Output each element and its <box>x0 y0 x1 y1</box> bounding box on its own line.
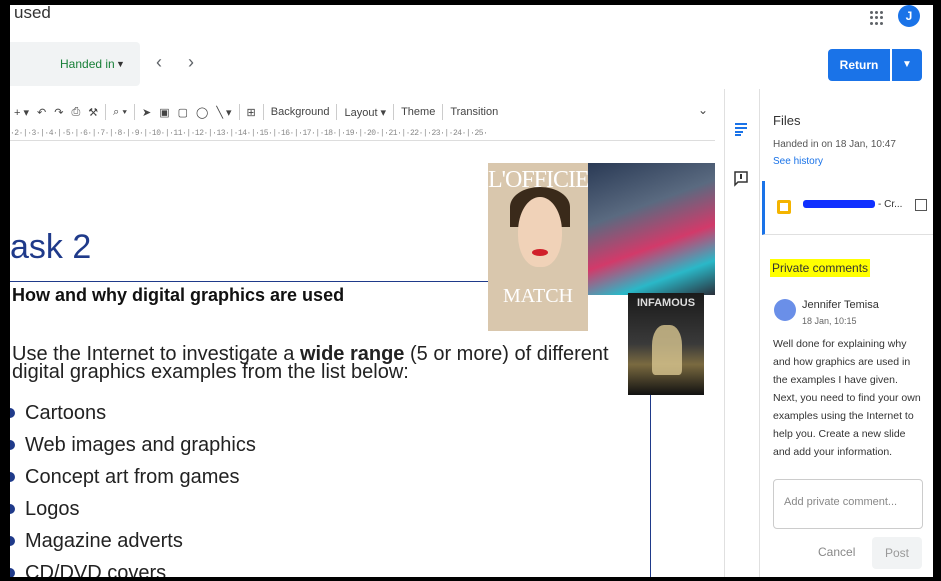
bullet-list[interactable]: Cartoons Web images and graphics Concept… <box>10 397 256 577</box>
ruler: ·2·|·3·|·4·|·5·|·6·|·7·|·8·|·9·|·10·|·11… <box>10 129 715 141</box>
title-bar: used J <box>10 5 933 35</box>
select-cursor-icon[interactable]: ➤ <box>138 106 155 119</box>
toolbar-divider <box>238 104 240 120</box>
background-button[interactable]: Background <box>267 106 334 118</box>
bullet-icon <box>10 408 15 418</box>
comment-icon[interactable] <box>734 171 748 187</box>
status-label[interactable]: Handed in <box>60 57 115 71</box>
image-icon[interactable]: ▢ <box>174 106 192 119</box>
comment-add-icon[interactable]: ⊞ <box>243 106 260 119</box>
comment-text: Well done for explaining why and how gra… <box>773 338 921 458</box>
cancel-button[interactable]: Cancel <box>818 545 855 559</box>
redo-icon[interactable]: ↷ <box>50 106 67 119</box>
list-item: Magazine adverts <box>10 525 256 557</box>
game-concept-art-image[interactable] <box>588 163 715 295</box>
open-external-icon[interactable] <box>915 199 927 211</box>
comment-author: Jennifer Temisa <box>802 299 879 311</box>
comment-timestamp: 18 Jan, 10:15 <box>802 316 857 326</box>
see-history-link[interactable]: See history <box>773 156 823 167</box>
chevron-right-icon[interactable]: › <box>188 52 194 73</box>
bullet-text: Web images and graphics <box>25 433 256 456</box>
bullet-text: Logos <box>25 497 80 520</box>
private-comments-heading: Private comments <box>770 259 871 277</box>
add-icon[interactable]: + ▾ <box>10 106 33 119</box>
submission-panel: Files Handed in on 18 Jan, 10:47 See his… <box>762 89 933 577</box>
bullet-icon <box>10 568 15 577</box>
character-figure <box>652 325 682 375</box>
slides-file-icon <box>777 200 791 214</box>
bullet-text: Magazine adverts <box>25 529 183 552</box>
list-item: CD/DVD covers <box>10 557 256 577</box>
magazine-cover-image[interactable]: L'OFFICIEL MATCH <box>488 163 588 331</box>
magazine-masthead: L'OFFICIEL <box>488 167 588 193</box>
slide-intro-text[interactable]: Use the Internet to investigate a wide r… <box>12 344 612 382</box>
toolbar-divider <box>262 104 264 120</box>
bullet-text: Cartoons <box>25 401 107 424</box>
notes-list-icon[interactable] <box>734 121 748 137</box>
bullet-icon <box>10 440 15 450</box>
transition-button[interactable]: Transition <box>446 106 502 118</box>
toolbar-divider <box>133 104 135 120</box>
private-comment-input[interactable]: Add private comment... <box>773 479 923 529</box>
magazine-cover-line: MATCH <box>502 285 573 307</box>
side-strip <box>724 89 760 577</box>
toolbar-divider <box>442 104 444 120</box>
undo-icon[interactable]: ↶ <box>33 106 50 119</box>
bullet-icon <box>10 536 15 546</box>
list-item: Cartoons <box>10 397 256 429</box>
files-heading: Files <box>773 113 801 128</box>
handed-in-timestamp: Handed in on 18 Jan, 10:47 <box>773 139 896 150</box>
bullet-icon <box>10 504 15 514</box>
print-icon[interactable]: ⎙ <box>67 106 84 119</box>
slide-canvas[interactable]: ask 2 How and why digital graphics are u… <box>10 143 715 577</box>
lips-shape <box>532 249 548 256</box>
line-icon[interactable]: ╲ ▾ <box>212 106 235 119</box>
list-item: Concept art from games <box>10 461 256 493</box>
list-item: Logos <box>10 493 256 525</box>
app-frame: used J Handed in ▼ ‹ › Return ▼ + ▾ ↶ ↷ … <box>10 5 933 577</box>
redacted-text <box>803 200 875 209</box>
theme-button[interactable]: Theme <box>397 106 439 118</box>
file-name: - Cr... <box>803 199 902 210</box>
document-title: used <box>14 5 51 22</box>
post-button[interactable]: Post <box>872 537 922 569</box>
list-item: Web images and graphics <box>10 429 256 461</box>
account-avatar[interactable]: J <box>898 5 920 27</box>
bullet-text: CD/DVD covers <box>25 561 167 578</box>
chevron-down-icon[interactable]: ⌄ <box>698 103 708 117</box>
shape-icon[interactable]: ◯ <box>192 106 212 119</box>
slide-subtitle[interactable]: How and why digital graphics are used <box>12 285 344 306</box>
file-attachment[interactable]: - Cr... <box>762 181 933 235</box>
toolbar-divider <box>393 104 395 120</box>
zoom-icon[interactable]: ⌕ ▾ <box>109 106 131 119</box>
toolbar-divider <box>336 104 338 120</box>
return-dropdown-button[interactable]: ▼ <box>892 49 922 81</box>
face-shape <box>518 197 562 267</box>
chevron-left-icon[interactable]: ‹ <box>156 52 162 73</box>
layout-label: Layout <box>344 106 378 119</box>
file-name-suffix: - Cr... <box>878 199 903 210</box>
commenter-avatar <box>774 299 796 321</box>
layout-button[interactable]: Layout ▾ <box>340 106 390 119</box>
slide-title[interactable]: ask 2 <box>10 228 91 267</box>
apps-grid-icon[interactable] <box>870 11 884 25</box>
return-button[interactable]: Return <box>828 49 890 81</box>
game-cover-image[interactable]: INFAMOUS <box>628 293 704 395</box>
paint-format-icon[interactable]: ⚒ <box>84 106 102 119</box>
text-box-icon[interactable]: ▣ <box>155 106 173 119</box>
bullet-icon <box>10 472 15 482</box>
slides-toolbar: + ▾ ↶ ↷ ⎙ ⚒ ⌕ ▾ ➤ ▣ ▢ ◯ ╲ ▾ ⊞ Background… <box>10 102 715 122</box>
caret-down-icon[interactable]: ▼ <box>116 59 125 69</box>
bullet-text: Concept art from games <box>25 465 240 488</box>
game-cover-title: INFAMOUS <box>636 297 696 309</box>
toolbar-divider <box>105 104 107 120</box>
